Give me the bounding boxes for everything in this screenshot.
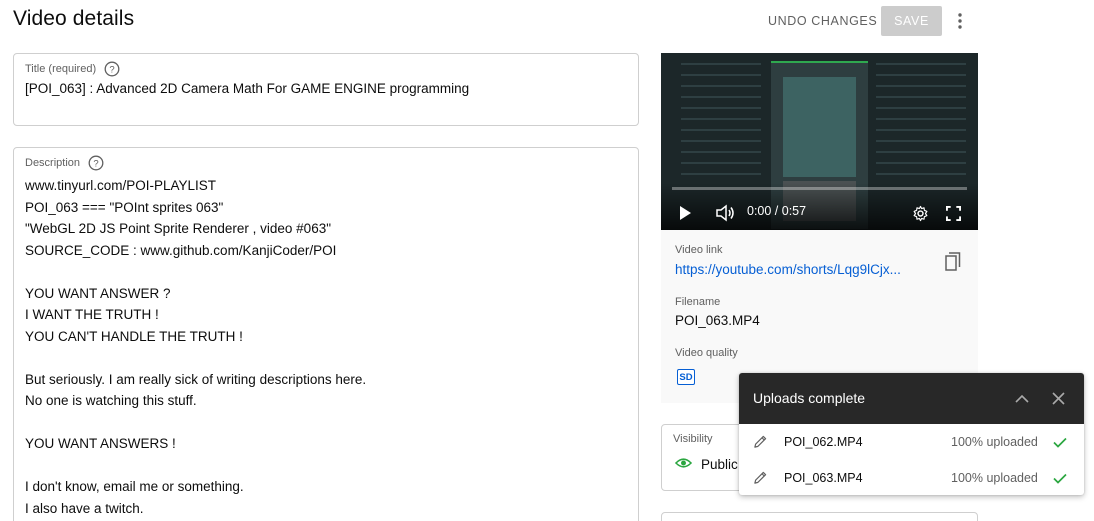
upload-filename: POI_063.MP4 — [784, 471, 863, 485]
description-line: YOU WANT ANSWERS ! — [25, 436, 176, 451]
upload-status: 100% uploaded — [951, 435, 1038, 449]
video-link[interactable]: https://youtube.com/shorts/Lqg9lCjx... — [675, 262, 925, 277]
video-progress-bar[interactable] — [672, 187, 967, 190]
description-field[interactable]: Description ? www.tinyurl.com/POI-PLAYLI… — [13, 147, 639, 521]
fullscreen-icon[interactable] — [942, 203, 964, 223]
visibility-label: Visibility — [673, 433, 713, 445]
uploads-title: Uploads complete — [753, 390, 866, 406]
upload-status: 100% uploaded — [951, 471, 1038, 485]
upload-item[interactable]: POI_062.MP4 100% uploaded — [739, 424, 1084, 460]
save-button[interactable]: SAVE — [881, 6, 942, 36]
description-label-row: Description ? — [25, 154, 104, 171]
description-line: No one is watching this stuff. — [25, 393, 197, 408]
description-line — [25, 412, 628, 434]
upload-filename: POI_062.MP4 — [784, 435, 863, 449]
pencil-icon[interactable] — [752, 433, 769, 450]
video-quality-label: Video quality — [675, 347, 738, 359]
filename-value: POI_063.MP4 — [675, 313, 760, 328]
video-frame-code-right — [876, 63, 966, 183]
description-line: YOU CAN'T HANDLE THE TRUTH ! — [25, 328, 243, 344]
close-icon[interactable] — [1048, 388, 1068, 408]
description-line: POI_063 === "POInt sprites 063" — [25, 199, 224, 215]
title-input[interactable]: [POI_063] : Advanced 2D Camera Math For … — [25, 81, 469, 96]
description-line — [25, 347, 628, 369]
description-line: I don't know, email me or something. — [25, 479, 244, 494]
play-icon[interactable] — [675, 203, 695, 223]
visibility-value-row[interactable]: Public — [674, 457, 738, 472]
video-player[interactable]: 0:00 / 0:57 — [661, 53, 978, 230]
check-icon — [1051, 469, 1069, 487]
description-line — [25, 455, 628, 477]
next-field-box — [661, 512, 978, 521]
title-label: Title (required) — [25, 62, 97, 75]
copy-icon[interactable] — [942, 250, 964, 272]
description-input[interactable]: www.tinyurl.com/POI-PLAYLIST POI_063 ===… — [25, 175, 628, 519]
svg-text:?: ? — [93, 158, 98, 169]
chevron-up-icon[interactable] — [1012, 388, 1032, 408]
pencil-icon[interactable] — [752, 469, 769, 486]
upload-item[interactable]: POI_063.MP4 100% uploaded — [739, 460, 1084, 495]
description-line: I WANT THE TRUTH ! — [25, 307, 159, 322]
filename-label: Filename — [675, 296, 721, 308]
undo-changes-button[interactable]: UNDO CHANGES — [760, 8, 885, 34]
more-vert-icon[interactable] — [948, 8, 972, 34]
title-field[interactable]: Title (required) ? [POI_063] : Advanced … — [13, 53, 639, 126]
visibility-value: Public — [701, 457, 738, 472]
volume-icon[interactable] — [713, 203, 737, 223]
description-line: SOURCE_CODE : www.github.com/KanjiCoder/… — [25, 242, 337, 258]
help-icon[interactable]: ? — [103, 60, 120, 77]
svg-text:?: ? — [109, 64, 114, 75]
help-icon[interactable]: ? — [87, 154, 104, 171]
description-line: www.tinyurl.com/POI-PLAYLIST — [25, 178, 217, 193]
settings-gear-icon[interactable] — [909, 203, 931, 223]
eye-icon — [674, 457, 693, 472]
description-line: But seriously. I am really sick of writi… — [25, 371, 367, 387]
description-line: YOU WANT ANSWER ? — [25, 285, 171, 301]
video-link-label: Video link — [675, 244, 723, 256]
uploads-header: Uploads complete — [739, 373, 1084, 424]
page-title: Video details — [13, 7, 135, 30]
video-card: 0:00 / 0:57 Video link https://youtube.c… — [661, 53, 978, 403]
title-label-row: Title (required) ? — [25, 60, 120, 77]
description-line: I also have a twitch. — [25, 500, 144, 516]
video-frame-code-left — [681, 63, 761, 183]
description-line — [25, 261, 628, 283]
description-label: Description — [25, 156, 81, 169]
video-time: 0:00 / 0:57 — [747, 204, 807, 218]
description-line: "WebGL 2D JS Point Sprite Renderer , vid… — [25, 221, 331, 236]
check-icon — [1051, 433, 1069, 451]
video-frame-screen — [783, 77, 856, 177]
sd-quality-icon: SD — [677, 369, 695, 385]
uploads-panel: Uploads complete POI_062.MP4 100% upload… — [739, 373, 1084, 495]
